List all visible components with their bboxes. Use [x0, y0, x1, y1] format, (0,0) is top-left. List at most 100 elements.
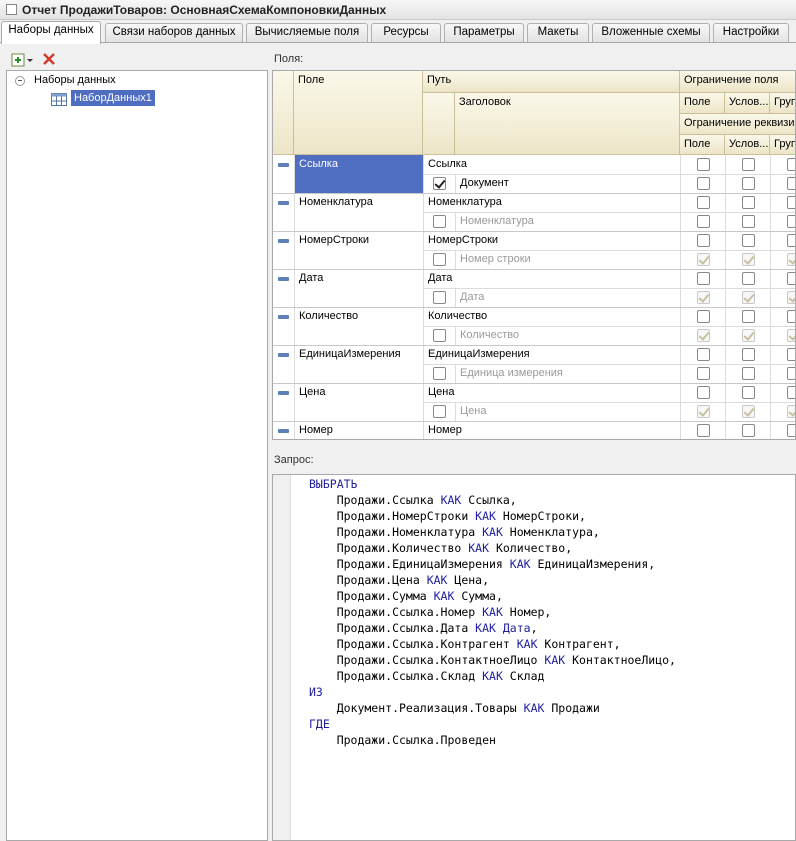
restrict-attr-checkbox[interactable]	[742, 367, 755, 380]
restrict-field-checkbox[interactable]	[742, 158, 755, 171]
title-checkbox[interactable]	[433, 405, 446, 418]
tab-7[interactable]: Вложенные схемы	[592, 23, 710, 42]
restrict-attr-checkbox[interactable]	[742, 291, 755, 304]
restrict-attr-checkbox[interactable]	[742, 215, 755, 228]
restrict-attr-checkbox[interactable]	[742, 177, 755, 190]
restrict-field-checkbox[interactable]	[697, 196, 710, 209]
path-cell[interactable]: ЕдиницаИзмерения	[424, 345, 680, 364]
title-checkbox[interactable]	[433, 329, 446, 342]
path-cell[interactable]: Количество	[424, 307, 680, 326]
tab-2[interactable]: Связи наборов данных	[105, 23, 243, 42]
title-checkbox[interactable]	[433, 215, 446, 228]
restrict-attr-checkbox[interactable]	[742, 405, 755, 418]
title-cell[interactable]: Номер строки	[456, 250, 680, 269]
field-cell[interactable]: Ссылка	[295, 155, 423, 193]
restrict-field-checkbox[interactable]	[697, 424, 710, 437]
tab-6[interactable]: Макеты	[527, 23, 589, 42]
restrict-field-checkbox[interactable]	[697, 272, 710, 285]
row-marker-icon[interactable]	[278, 201, 289, 205]
restrict-attr-checkbox[interactable]	[697, 253, 710, 266]
restrict-field-checkbox[interactable]	[742, 424, 755, 437]
field-cell[interactable]: Цена	[295, 383, 423, 421]
row-marker-icon[interactable]	[278, 239, 289, 243]
restrict-field-checkbox[interactable]	[742, 348, 755, 361]
restrict-attr-checkbox[interactable]	[787, 329, 795, 342]
field-cell[interactable]: Дата	[295, 269, 423, 307]
tab-5[interactable]: Параметры	[444, 23, 524, 42]
restrict-attr-checkbox[interactable]	[787, 291, 795, 304]
restrict-field-checkbox[interactable]	[697, 158, 710, 171]
restrict-field-checkbox[interactable]	[787, 310, 795, 323]
restrict-attr-checkbox[interactable]	[787, 215, 795, 228]
restrict-attr-checkbox[interactable]	[697, 329, 710, 342]
restrict-attr-checkbox[interactable]	[742, 253, 755, 266]
restrict-field-checkbox[interactable]	[742, 196, 755, 209]
restrict-attr-checkbox[interactable]	[787, 405, 795, 418]
title-checkbox[interactable]	[433, 253, 446, 266]
field-cell[interactable]: Номенклатура	[295, 193, 423, 231]
restrict-field-checkbox[interactable]	[787, 234, 795, 247]
tab-8[interactable]: Настройки	[713, 23, 789, 42]
row-marker-icon[interactable]	[278, 163, 289, 167]
row-marker-icon[interactable]	[278, 391, 289, 395]
row-marker-icon[interactable]	[278, 429, 289, 433]
restrict-field-checkbox[interactable]	[742, 310, 755, 323]
restrict-field-checkbox[interactable]	[742, 386, 755, 399]
add-dataset-button[interactable]	[11, 52, 35, 68]
path-cell[interactable]: Ссылка	[424, 155, 680, 174]
query-editor[interactable]: ВЫБРАТЬ Продажи.Ссылка КАК Ссылка, Прода…	[272, 474, 796, 841]
restrict-field-checkbox[interactable]	[787, 348, 795, 361]
row-marker-icon[interactable]	[278, 315, 289, 319]
restrict-attr-checkbox[interactable]	[742, 329, 755, 342]
restrict-field-checkbox[interactable]	[787, 386, 795, 399]
title-cell[interactable]: Дата	[456, 288, 680, 307]
restrict-attr-checkbox[interactable]	[697, 215, 710, 228]
path-cell[interactable]: Номер	[424, 421, 680, 439]
restrict-field-checkbox[interactable]	[742, 234, 755, 247]
restrict-field-checkbox[interactable]	[742, 272, 755, 285]
restrict-field-checkbox[interactable]	[697, 348, 710, 361]
path-cell[interactable]: Цена	[424, 383, 680, 402]
path-cell[interactable]: Дата	[424, 269, 680, 288]
title-checkbox[interactable]	[433, 291, 446, 304]
restrict-field-checkbox[interactable]	[697, 234, 710, 247]
query-keyword: КАК	[433, 589, 455, 603]
restrict-attr-checkbox[interactable]	[787, 253, 795, 266]
title-checkbox[interactable]	[433, 367, 446, 380]
tree-root-label[interactable]: Наборы данных	[34, 74, 116, 86]
field-cell[interactable]: Количество	[295, 307, 423, 345]
row-marker-icon[interactable]	[278, 277, 289, 281]
title-checkbox[interactable]	[433, 177, 446, 190]
path-cell[interactable]: Номенклатура	[424, 193, 680, 212]
restrict-attr-checkbox[interactable]	[697, 177, 710, 190]
field-cell[interactable]: Номер	[295, 421, 423, 439]
path-cell[interactable]: НомерСтроки	[424, 231, 680, 250]
restrict-field-checkbox[interactable]	[697, 386, 710, 399]
restrict-field-checkbox[interactable]	[787, 424, 795, 437]
title-cell[interactable]: Документ	[456, 174, 680, 193]
restrict-attr-checkbox[interactable]	[787, 367, 795, 380]
row-marker-icon[interactable]	[278, 353, 289, 357]
restrict-attr-checkbox[interactable]	[697, 405, 710, 418]
tab-1[interactable]: Наборы данных	[1, 21, 101, 44]
tab-4[interactable]: Ресурсы	[371, 23, 441, 42]
query-token: Продажи.Ссылка.КонтактноеЛицо	[309, 653, 545, 667]
title-cell[interactable]: Цена	[456, 402, 680, 421]
collapse-icon[interactable]	[15, 76, 25, 86]
restrict-field-checkbox[interactable]	[787, 196, 795, 209]
field-cell[interactable]: ЕдиницаИзмерения	[295, 345, 423, 383]
tree-item-dataset[interactable]: НаборДанных1	[71, 90, 155, 106]
restrict-field-checkbox[interactable]	[697, 310, 710, 323]
restrict-field-checkbox[interactable]	[787, 272, 795, 285]
delete-button[interactable]	[42, 52, 56, 66]
restrict-attr-checkbox[interactable]	[787, 177, 795, 190]
query-line: Продажи.Сумма КАК Сумма,	[309, 589, 503, 603]
restrict-attr-checkbox[interactable]	[697, 367, 710, 380]
title-cell[interactable]: Номенклатура	[456, 212, 680, 231]
title-cell[interactable]: Единица измерения	[456, 364, 680, 383]
title-cell[interactable]: Количество	[456, 326, 680, 345]
field-cell[interactable]: НомерСтроки	[295, 231, 423, 269]
tab-3[interactable]: Вычисляемые поля	[246, 23, 368, 42]
restrict-field-checkbox[interactable]	[787, 158, 795, 171]
restrict-attr-checkbox[interactable]	[697, 291, 710, 304]
